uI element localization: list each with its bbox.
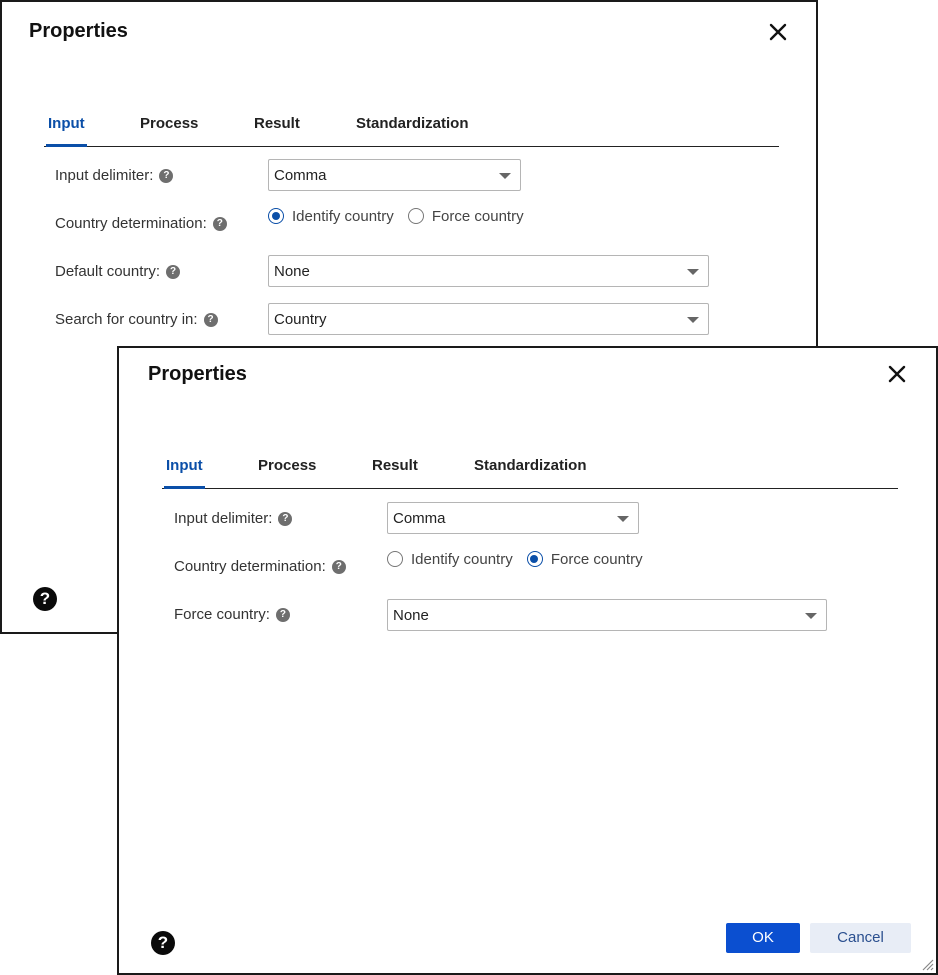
input-delimiter-row: Input delimiter:? xyxy=(174,510,293,527)
country-determination-row: Country determination:? xyxy=(55,215,227,232)
help-icon[interactable]: ? xyxy=(331,560,346,574)
search-country-label: Search for country in: xyxy=(55,311,198,328)
resize-grip-icon[interactable] xyxy=(920,957,934,971)
radio-label: Force country xyxy=(550,551,643,568)
input-delimiter-row: Input delimiter:? xyxy=(55,167,174,184)
tab-input[interactable]: Input xyxy=(164,457,205,489)
dropdown-caret-icon xyxy=(687,317,699,323)
default-country-label: Default country: xyxy=(55,263,161,280)
radio-button[interactable] xyxy=(387,551,403,567)
input-delimiter-value: Comma xyxy=(274,167,327,184)
dropdown-caret-icon xyxy=(617,516,629,522)
tab-process[interactable]: Process xyxy=(140,115,198,145)
input-delimiter-select[interactable]: Comma xyxy=(268,159,521,191)
force-country-value: None xyxy=(393,607,429,624)
cancel-button[interactable]: Cancel xyxy=(810,923,911,953)
country-determination-radios: Identify country Force country xyxy=(387,551,653,568)
tab-process[interactable]: Process xyxy=(258,457,316,487)
help-icon[interactable]: ? xyxy=(278,512,293,526)
ok-button[interactable]: OK xyxy=(726,923,800,953)
input-delimiter-label: Input delimiter: xyxy=(174,510,273,527)
country-determination-radios: Identify country Force country xyxy=(268,208,534,225)
radio-identify-country[interactable]: Identify country xyxy=(268,208,394,225)
tab-input[interactable]: Input xyxy=(46,115,87,147)
dialog-title: Properties xyxy=(29,20,128,42)
default-country-select[interactable]: None xyxy=(268,255,709,287)
help-icon[interactable]: ? xyxy=(203,313,218,327)
help-icon[interactable]: ? xyxy=(159,169,174,183)
radio-button-checked[interactable] xyxy=(526,551,543,567)
tab-standardization[interactable]: Standardization xyxy=(474,457,587,487)
tab-bar: Input Process Result Standardization xyxy=(162,454,898,489)
force-country-row: Force country:? xyxy=(174,606,290,623)
tab-bar: Input Process Result Standardization xyxy=(44,112,779,147)
radio-label: Identify country xyxy=(411,551,513,568)
default-country-row: Default country:? xyxy=(55,263,181,280)
radio-force-country[interactable]: Force country xyxy=(407,208,524,225)
close-icon[interactable] xyxy=(768,22,788,42)
tab-standardization[interactable]: Standardization xyxy=(356,115,469,145)
dropdown-caret-icon xyxy=(805,613,817,619)
radio-button[interactable] xyxy=(407,208,424,224)
search-country-row: Search for country in:? xyxy=(55,311,218,328)
country-determination-label: Country determination: xyxy=(174,558,326,575)
default-country-value: None xyxy=(274,263,310,280)
country-determination-label: Country determination: xyxy=(55,215,207,232)
dropdown-caret-icon xyxy=(687,269,699,275)
close-icon[interactable] xyxy=(887,364,907,384)
radio-label: Force country xyxy=(431,208,524,225)
tab-result[interactable]: Result xyxy=(254,115,300,145)
help-icon[interactable]: ? xyxy=(33,587,57,611)
radio-force-country[interactable]: Force country xyxy=(526,551,643,568)
force-country-label: Force country: xyxy=(174,606,270,623)
help-icon[interactable]: ? xyxy=(166,265,181,279)
force-country-select[interactable]: None xyxy=(387,599,827,631)
input-delimiter-label: Input delimiter: xyxy=(55,167,154,184)
radio-identify-country[interactable]: Identify country xyxy=(387,551,513,568)
search-country-select[interactable]: Country xyxy=(268,303,709,335)
input-delimiter-value: Comma xyxy=(393,510,446,527)
tab-result[interactable]: Result xyxy=(372,457,418,487)
help-icon[interactable]: ? xyxy=(151,931,175,955)
radio-button-checked[interactable] xyxy=(268,208,284,224)
input-delimiter-select[interactable]: Comma xyxy=(387,502,639,534)
search-country-value: Country xyxy=(274,311,327,328)
country-determination-row: Country determination:? xyxy=(174,558,346,575)
help-icon[interactable]: ? xyxy=(212,217,227,231)
properties-dialog-front: Properties Input Process Result Standard… xyxy=(117,346,938,975)
radio-label: Identify country xyxy=(292,208,394,225)
dropdown-caret-icon xyxy=(499,173,511,179)
dialog-title: Properties xyxy=(148,363,247,385)
help-icon[interactable]: ? xyxy=(275,608,290,622)
